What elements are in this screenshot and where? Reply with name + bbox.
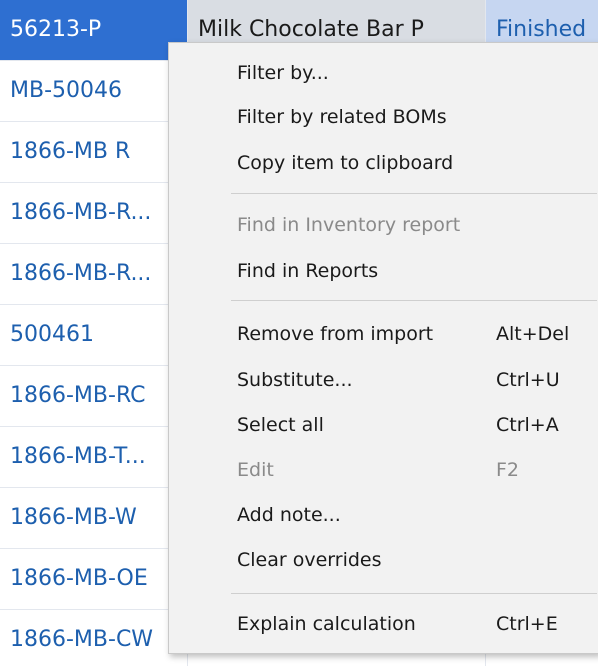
context-menu: Filter by... Filter by related BOMs Copy… [168,42,598,654]
item-id-cell[interactable]: 1866-MB-R... [0,244,188,304]
menu-item-filter-by[interactable]: Filter by... [169,53,598,93]
app-window: 56213-P Milk Chocolate Bar P Finished MB… [0,0,598,666]
item-id-cell[interactable]: 1866-MB-OE [0,549,188,609]
menu-item-copy-to-clipboard[interactable]: Copy item to clipboard [169,143,598,183]
menu-item-select-all[interactable]: Select all Ctrl+A [169,405,598,445]
menu-item-label: Substitute... [237,369,353,391]
item-id-cell[interactable]: 1866-MB R [0,122,188,182]
menu-separator [231,300,597,301]
menu-item-label: Copy item to clipboard [237,152,454,174]
menu-item-label: Explain calculation [237,613,416,635]
item-id-cell[interactable]: 1866-MB-W [0,488,188,548]
menu-item-label: Filter by... [237,62,329,84]
menu-item-shortcut: F2 [496,459,520,481]
menu-item-label: Find in Reports [237,260,379,282]
item-id-cell[interactable]: 1866-MB-R... [0,183,188,243]
menu-item-explain-calculation[interactable]: Explain calculation Ctrl+E [169,604,598,644]
menu-item-shortcut: Ctrl+E [496,613,558,635]
menu-separator [231,193,597,194]
menu-item-shortcut: Ctrl+U [496,369,560,391]
menu-item-label: Add note... [237,504,341,526]
menu-item-substitute[interactable]: Substitute... Ctrl+U [169,360,598,400]
menu-item-clear-overrides[interactable]: Clear overrides [169,540,598,580]
menu-item-find-in-inventory-report: Find in Inventory report [169,205,598,245]
item-id-cell[interactable]: MB-50046 [0,61,188,121]
menu-separator [231,593,597,594]
menu-item-label: Select all [237,414,324,436]
menu-item-edit: Edit F2 [169,450,598,490]
menu-item-label: Edit [237,459,274,481]
menu-item-remove-from-import[interactable]: Remove from import Alt+Del [169,314,598,354]
menu-item-label: Remove from import [237,323,434,345]
item-id-cell[interactable]: 500461 [0,305,188,365]
item-id-cell[interactable]: 1866-MB-T... [0,427,188,487]
item-id-cell[interactable]: 1866-MB-RC [0,366,188,426]
menu-item-add-note[interactable]: Add note... [169,495,598,535]
menu-item-label: Filter by related BOMs [237,106,447,128]
menu-item-label: Clear overrides [237,549,382,571]
menu-item-find-in-reports[interactable]: Find in Reports [169,251,598,291]
item-id-cell[interactable]: 56213-P [0,0,188,60]
menu-item-shortcut: Alt+Del [496,323,570,345]
item-id-cell[interactable]: 1866-MB-CW [0,610,188,666]
menu-item-label: Find in Inventory report [237,214,461,236]
menu-item-filter-by-related-boms[interactable]: Filter by related BOMs [169,97,598,137]
menu-item-shortcut: Ctrl+A [496,414,559,436]
